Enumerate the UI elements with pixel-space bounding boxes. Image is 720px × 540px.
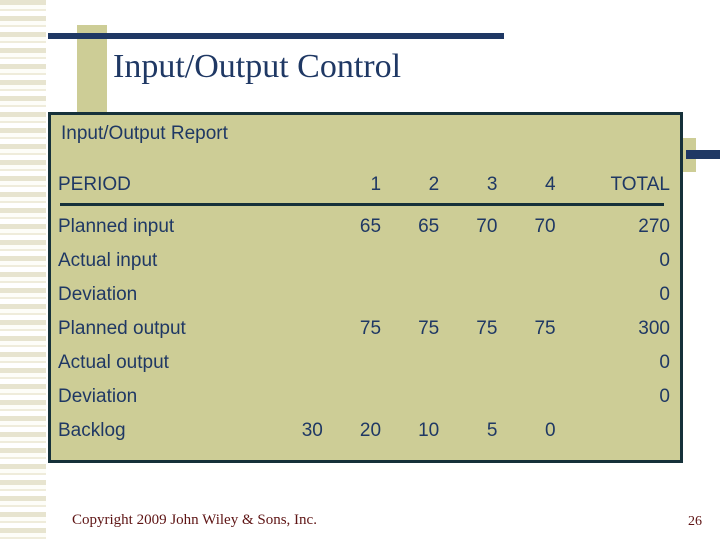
row-spacer: [556, 244, 576, 278]
input-output-report-panel: Input/Output Report PERIOD 1 2 3 4 TOTAL…: [48, 112, 683, 463]
page-number: 26: [688, 514, 702, 529]
row-period-2-value: 65: [418, 216, 440, 237]
row-total-value: 0: [659, 352, 670, 373]
title-underline-rule: [48, 33, 504, 39]
row-period-1-value: [323, 278, 381, 312]
row-label: Planned input: [58, 216, 175, 237]
table-row: Planned input 65 65 70 70 270: [58, 210, 670, 244]
row-period-3-value: 70: [476, 216, 498, 237]
header-period-4: 4: [545, 174, 556, 195]
row-extra-value: 30: [301, 420, 323, 441]
header-period: PERIOD: [58, 174, 131, 195]
row-extra-value: [255, 312, 323, 346]
row-spacer: [556, 210, 576, 244]
header-period-3: 3: [486, 174, 498, 195]
row-period-4-value: [497, 346, 555, 380]
table-row: Planned output 75 75 75 75 300: [58, 312, 670, 346]
row-total-value: 0: [659, 284, 670, 305]
row-label: Planned output: [58, 318, 186, 339]
table-header: PERIOD 1 2 3 4 TOTAL: [58, 167, 670, 210]
table-header-rule-row: [58, 203, 670, 210]
row-period-4-value: 70: [534, 216, 556, 237]
row-extra-value: [255, 244, 323, 278]
table-row: Deviation 0: [58, 380, 670, 414]
left-stripe-decoration: [0, 0, 46, 540]
header-period-2: 2: [428, 174, 440, 195]
row-period-1-value: [323, 244, 381, 278]
table-row: Backlog 30 20 10 5 0: [58, 414, 670, 448]
row-label: Actual input: [58, 250, 158, 271]
row-label: Actual output: [58, 352, 169, 373]
table-row: Deviation 0: [58, 278, 670, 312]
row-period-2-value: 10: [418, 420, 440, 441]
row-period-3-value: [439, 380, 497, 414]
row-period-4-value: [497, 244, 555, 278]
row-period-3-value: 5: [486, 420, 498, 441]
row-period-4-value: 0: [545, 420, 556, 441]
row-extra-value: [255, 210, 323, 244]
row-total-value: 270: [638, 216, 670, 237]
row-extra-value: [255, 380, 323, 414]
row-label: Backlog: [58, 420, 126, 441]
row-period-4-value: [497, 278, 555, 312]
header-rule-line: [60, 203, 664, 206]
row-period-4-value: [497, 380, 555, 414]
row-period-3-value: [439, 278, 497, 312]
row-period-1-value: 20: [359, 420, 382, 441]
input-output-table: PERIOD 1 2 3 4 TOTAL Planned input 65 65 70…: [58, 167, 670, 448]
header-spacer: [556, 167, 576, 203]
row-period-3-value: [439, 244, 497, 278]
row-label: Deviation: [58, 386, 138, 407]
row-period-1-value: [323, 380, 381, 414]
table-header-row: PERIOD 1 2 3 4 TOTAL: [58, 167, 670, 203]
row-period-4-value: 75: [534, 318, 556, 339]
row-period-2-value: [381, 380, 439, 414]
page-title: Input/Output Control: [113, 48, 402, 85]
table-row: Actual output 0: [58, 346, 670, 380]
report-heading: Input/Output Report: [61, 123, 228, 144]
table-row: Actual input 0: [58, 244, 670, 278]
row-period-2-value: [381, 278, 439, 312]
row-spacer: [556, 312, 576, 346]
row-period-2-value: [381, 346, 439, 380]
row-spacer: [556, 278, 576, 312]
row-extra-value: [255, 278, 323, 312]
row-period-1-value: [323, 346, 381, 380]
row-period-3-value: [439, 346, 497, 380]
row-spacer: [556, 414, 576, 448]
header-extra: [255, 167, 323, 203]
row-label: Deviation: [58, 284, 138, 305]
row-period-2-value: [381, 244, 439, 278]
table-body: Planned input 65 65 70 70 270 Actual input 0 Dev…: [58, 210, 670, 448]
row-period-3-value: 75: [476, 318, 498, 339]
copyright-notice: Copyright 2009 John Wiley & Sons, Inc.: [72, 512, 317, 528]
row-spacer: [556, 380, 576, 414]
row-extra-value: [255, 346, 323, 380]
row-total-value: 0: [659, 386, 670, 407]
table-header-rule: [58, 203, 670, 210]
row-spacer: [556, 346, 576, 380]
header-total: TOTAL: [610, 174, 670, 195]
row-total-value: 0: [659, 250, 670, 271]
row-period-1-value: 65: [359, 216, 382, 237]
row-period-2-value: 75: [418, 318, 440, 339]
right-edge-accent-bar: [686, 150, 720, 159]
row-period-1-value: 75: [359, 318, 382, 339]
row-total-value: 300: [638, 318, 670, 339]
slide-canvas: Input/Output Control Input/Output Report…: [0, 0, 720, 540]
row-total-value: [576, 414, 670, 448]
header-period-1: 1: [370, 174, 382, 195]
